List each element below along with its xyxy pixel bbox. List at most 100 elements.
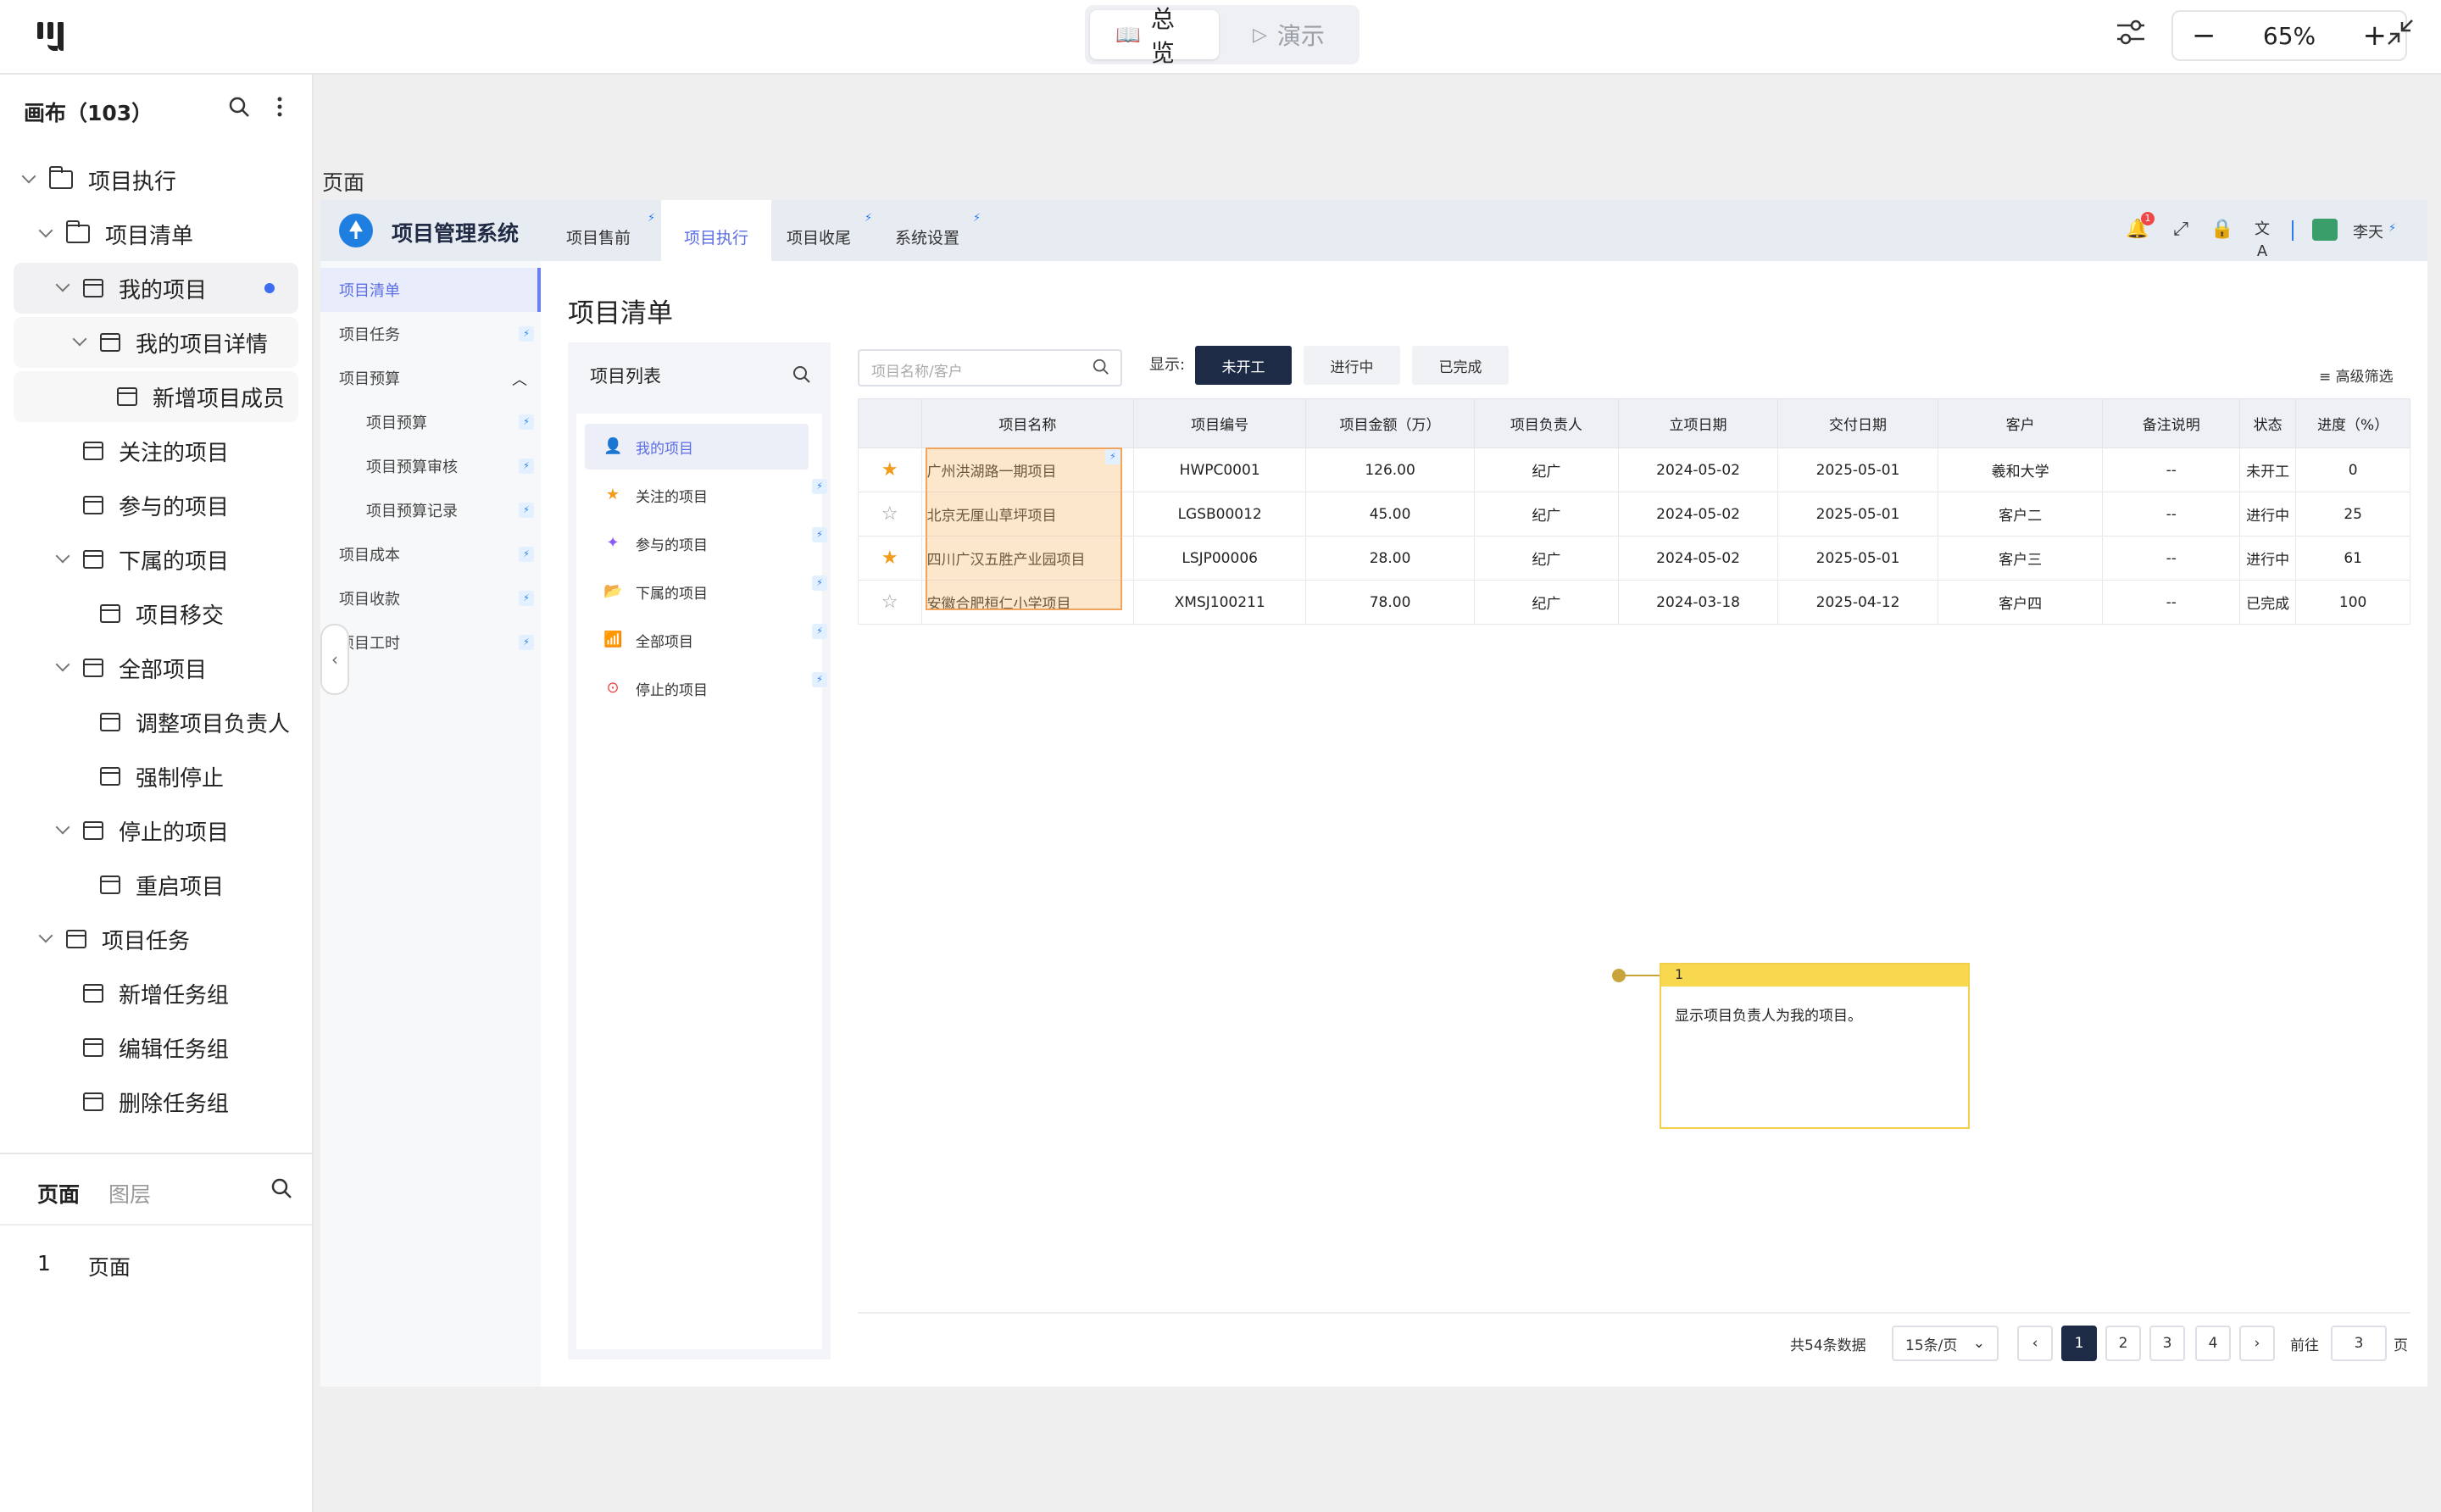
project-search-input[interactable]: 项目名称/客户 bbox=[858, 349, 1122, 386]
page-item[interactable]: 1 页面 bbox=[37, 1251, 131, 1281]
tab-closing[interactable]: 项目收尾 bbox=[776, 200, 861, 261]
artboard-label[interactable]: 页面 bbox=[322, 166, 364, 197]
tab-layers[interactable]: 图层 bbox=[108, 1178, 151, 1209]
page-1-button[interactable]: 1 bbox=[2061, 1326, 2097, 1361]
bolt-icon: ⚡ bbox=[1105, 449, 1120, 464]
chevron-down-icon[interactable] bbox=[37, 931, 54, 948]
tree-item[interactable]: 全部项目 bbox=[14, 642, 298, 693]
tree-item[interactable]: 编辑任务组 bbox=[14, 1022, 298, 1073]
filter-not-started[interactable]: 未开工 bbox=[1195, 346, 1292, 385]
sidebar-item[interactable]: 项目任务 ⚡ bbox=[320, 312, 541, 356]
tree-item[interactable]: 项目移交 bbox=[14, 588, 298, 639]
cell-note: -- bbox=[2102, 447, 2241, 492]
chevron-down-icon[interactable] bbox=[54, 551, 71, 568]
lock-icon[interactable]: 🔒 bbox=[2210, 219, 2233, 241]
overview-button[interactable]: 📖 总览 bbox=[1090, 5, 1219, 67]
list-item[interactable]: 📂 下属的项目 bbox=[585, 569, 809, 614]
tree-item[interactable]: 删除任务组 bbox=[14, 1076, 298, 1127]
search-icon[interactable] bbox=[792, 364, 812, 388]
next-page-button[interactable]: › bbox=[2239, 1326, 2275, 1361]
star-icon[interactable]: ★ bbox=[881, 548, 898, 569]
search-icon[interactable] bbox=[227, 95, 251, 119]
app-title: 项目管理系统 bbox=[392, 221, 520, 246]
page-icon bbox=[83, 442, 103, 460]
list-item[interactable]: 📶 全部项目 bbox=[585, 617, 809, 663]
tree-item[interactable]: 新增任务组 bbox=[14, 968, 298, 1019]
tree-item[interactable]: 新增项目成员 bbox=[14, 371, 298, 422]
tree-item[interactable]: 项目合同详情 bbox=[14, 139, 298, 151]
star-icon[interactable]: ★ bbox=[881, 459, 898, 481]
user-name[interactable]: 李天 bbox=[2353, 220, 2383, 242]
collapse-arrows-icon[interactable] bbox=[2383, 15, 2421, 59]
chevron-up-icon[interactable]: ︿ bbox=[512, 368, 527, 390]
app-window: 📖 总览 ▷ 演示 − 65% + 画布（103） 项目合同详 bbox=[0, 0, 2441, 1512]
annotation-note[interactable]: 1 显示项目负责人为我的项目。 bbox=[1660, 963, 1970, 1129]
brand-logo-icon[interactable] bbox=[37, 22, 71, 51]
present-button[interactable]: ▷ 演示 bbox=[1227, 10, 1354, 59]
tree-item[interactable]: 停止的项目 bbox=[14, 805, 298, 856]
list-item[interactable]: 👤 我的项目 bbox=[585, 424, 809, 470]
sidebar-item[interactable]: 项目清单 bbox=[320, 268, 541, 312]
zoom-level[interactable]: 65% bbox=[2263, 22, 2316, 50]
settings-sliders-icon[interactable] bbox=[2114, 15, 2151, 59]
star-icon[interactable]: ☆ bbox=[881, 592, 898, 613]
sidebar-item[interactable]: 项目预算 ⚡ bbox=[320, 400, 541, 444]
chevron-down-icon[interactable] bbox=[20, 171, 37, 188]
tree-item[interactable]: 我的项目详情 bbox=[14, 317, 298, 368]
current-page-dot bbox=[264, 283, 275, 293]
sidebar-item[interactable]: 项目预算审核 ⚡ bbox=[320, 444, 541, 488]
chevron-down-icon[interactable] bbox=[37, 225, 54, 242]
advanced-filter-button[interactable]: ≡ 高级筛选 bbox=[2319, 364, 2394, 386]
chevron-down-icon[interactable] bbox=[71, 334, 88, 351]
star-icon: ★ bbox=[605, 486, 620, 503]
tree-item[interactable]: 调整项目负责人 bbox=[14, 697, 298, 748]
translate-icon[interactable]: 文A bbox=[2251, 219, 2273, 260]
prev-page-button[interactable]: ‹ bbox=[2017, 1326, 2053, 1361]
star-icon[interactable]: ☆ bbox=[881, 503, 898, 525]
sidebar-item[interactable]: 项目工时 ⚡ bbox=[320, 620, 541, 664]
page-icon bbox=[66, 930, 86, 948]
tree-item[interactable]: 参与的项目 bbox=[14, 480, 298, 531]
search-icon[interactable] bbox=[270, 1176, 293, 1200]
sidebar-item[interactable]: 项目收款 ⚡ bbox=[320, 576, 541, 620]
sidebar-item[interactable]: 项目成本 ⚡ bbox=[320, 532, 541, 576]
filter-completed[interactable]: 已完成 bbox=[1412, 346, 1509, 385]
list-item[interactable]: ✦ 参与的项目 bbox=[585, 520, 809, 566]
cell-status: 已完成 bbox=[2239, 580, 2297, 625]
cell-progress: 61 bbox=[2295, 536, 2410, 581]
tree-item[interactable]: 我的项目 bbox=[14, 263, 298, 314]
chevron-down-icon[interactable] bbox=[54, 280, 71, 297]
tab-pages[interactable]: 页面 bbox=[37, 1178, 80, 1209]
tab-settings[interactable]: 系统设置 bbox=[885, 200, 970, 261]
list-item[interactable]: ⊙ 停止的项目 bbox=[585, 665, 809, 711]
app-header: 项目管理系统 项目售前 ⚡ 项目执行 项目收尾 ⚡ 系统设置 ⚡ 🔔 1 ⤢ 🔒… bbox=[320, 200, 2427, 261]
sidebar-item[interactable]: 项目预算 ︿ bbox=[320, 356, 541, 400]
annotation-anchor[interactable] bbox=[1612, 969, 1626, 982]
more-vertical-icon[interactable] bbox=[271, 95, 288, 119]
tree-item[interactable]: 下属的项目 bbox=[14, 534, 298, 585]
tree-item[interactable]: 项目执行 bbox=[14, 154, 298, 205]
page-3-button[interactable]: 3 bbox=[2149, 1326, 2185, 1361]
goto-page-input[interactable]: 3 bbox=[2331, 1326, 2387, 1361]
chevron-down-icon[interactable] bbox=[54, 822, 71, 839]
collapse-sidebar-button[interactable]: ‹ bbox=[320, 624, 349, 695]
canvas-count-title: 画布（103） bbox=[24, 101, 153, 125]
list-item[interactable]: ★ 关注的项目 bbox=[585, 472, 809, 518]
tab-presale[interactable]: 项目售前 bbox=[556, 200, 641, 261]
tree-item[interactable]: 重启项目 bbox=[14, 859, 298, 910]
tab-execution[interactable]: 项目执行 bbox=[661, 200, 771, 261]
fullscreen-icon[interactable]: ⤢ bbox=[2170, 219, 2192, 241]
page-2-button[interactable]: 2 bbox=[2105, 1326, 2141, 1361]
tree-item[interactable]: 项目任务 bbox=[14, 914, 298, 964]
chevron-down-icon[interactable] bbox=[54, 659, 71, 676]
tree-item[interactable]: 强制停止 bbox=[14, 751, 298, 802]
page-size-select[interactable]: 15条/页 ⌄ bbox=[1892, 1326, 1999, 1361]
sidebar-item[interactable]: 项目预算记录 ⚡ bbox=[320, 488, 541, 532]
filter-in-progress[interactable]: 进行中 bbox=[1304, 346, 1400, 385]
tree-item[interactable]: 关注的项目 bbox=[14, 425, 298, 476]
page-4-button[interactable]: 4 bbox=[2195, 1326, 2231, 1361]
avatar[interactable] bbox=[2312, 219, 2338, 241]
zoom-out-button[interactable]: − bbox=[2192, 19, 2216, 53]
tree-item[interactable]: 项目清单 bbox=[14, 208, 298, 259]
page-icon bbox=[83, 496, 103, 514]
